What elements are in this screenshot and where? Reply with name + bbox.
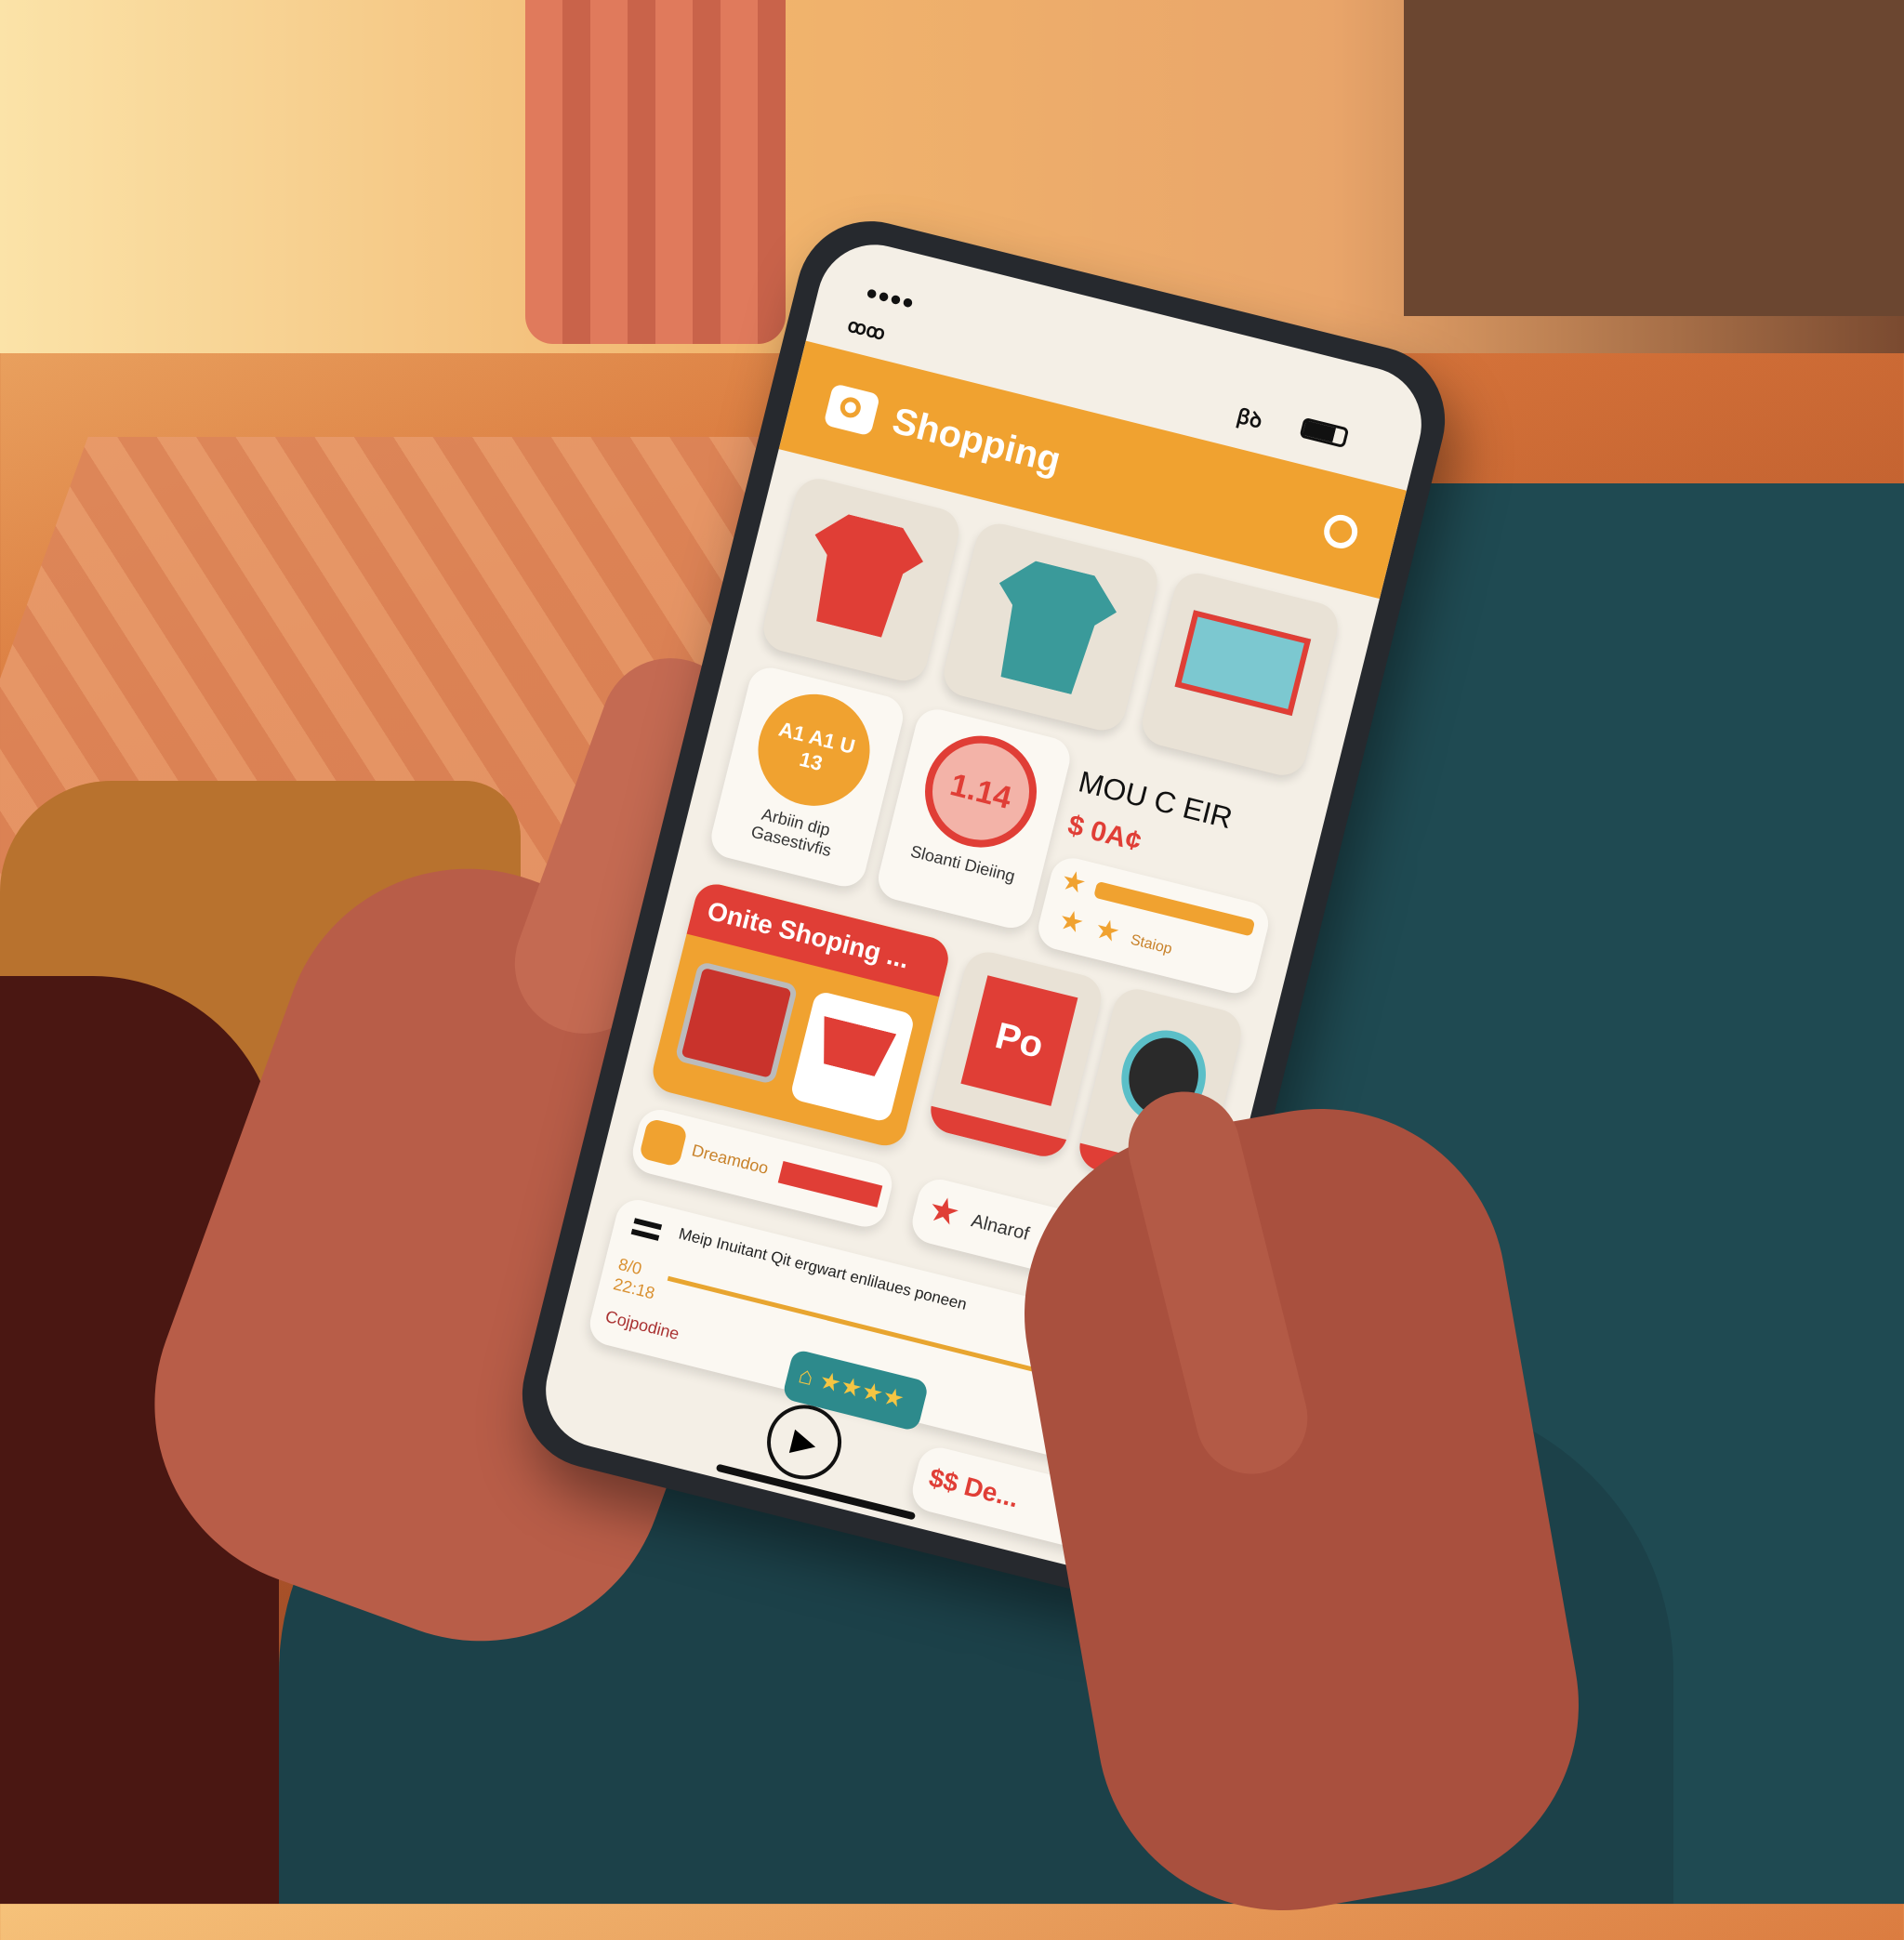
shirt-icon	[795, 508, 930, 642]
category-monitor[interactable]	[1137, 568, 1343, 781]
po-bar	[925, 1105, 1067, 1162]
category-red-shirt[interactable]	[759, 473, 964, 686]
signal-indicator: ●●●●	[863, 280, 918, 315]
category-teal-shirt[interactable]	[939, 519, 1163, 735]
badge-circle: A1 A1 U 13	[746, 682, 882, 818]
star-icon: ★	[1091, 913, 1124, 949]
menu-icon[interactable]	[630, 1218, 663, 1241]
star-icon: ★	[923, 1188, 965, 1234]
product-price: $ 0A¢	[1064, 809, 1144, 858]
badge-label: Arbiin dip Gasestivfis	[748, 804, 834, 861]
badge-label: Sloanti Dieiing	[908, 841, 1017, 886]
info-time: 22:18	[611, 1274, 657, 1303]
price-label: $$ De...	[926, 1462, 1022, 1513]
cart-icon	[813, 1016, 897, 1079]
info-link[interactable]: Cojpodine	[603, 1307, 681, 1344]
rating-label: Staiop	[1129, 931, 1174, 958]
bookshelf	[1404, 0, 1904, 316]
favorite-label: Alnarof	[969, 1210, 1032, 1245]
network-label: ꞵꝺ	[1235, 403, 1265, 433]
star-icon: ★	[1057, 864, 1090, 901]
promo-card[interactable]: Onite Shoping ...	[648, 879, 953, 1151]
curtain	[525, 0, 786, 344]
badge-circle: 1.14	[913, 723, 1049, 860]
battery-icon	[1299, 416, 1350, 449]
star-icon: ★	[1055, 904, 1088, 941]
profile-label: Dreamdoo	[690, 1141, 771, 1178]
shirt-icon	[977, 554, 1124, 701]
monitor-icon	[1174, 610, 1312, 717]
po-card[interactable]: Po	[925, 946, 1106, 1162]
gift-icon	[674, 960, 799, 1086]
profile-bar	[777, 1160, 883, 1208]
cart-image	[789, 990, 916, 1124]
status-left-icon: ꝏꝏ	[845, 315, 888, 345]
avatar	[638, 1117, 689, 1168]
po-label: Po	[960, 975, 1078, 1106]
badge-card-1[interactable]: A1 A1 U 13 Arbiin dip Gasestivfis	[707, 663, 908, 891]
camera-icon[interactable]	[823, 383, 881, 437]
